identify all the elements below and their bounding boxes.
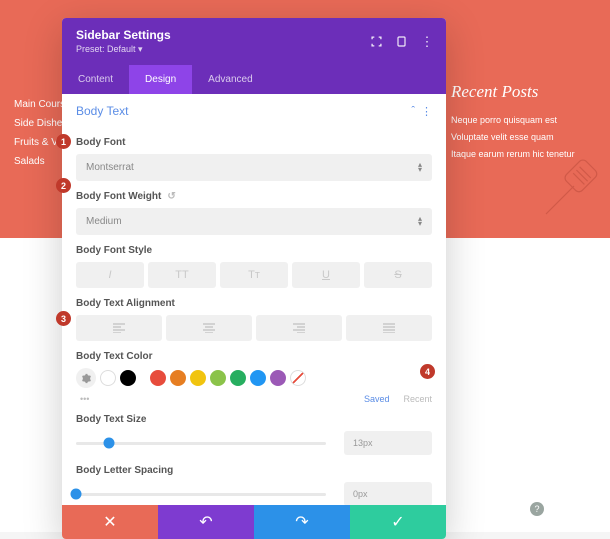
- font-select[interactable]: Montserrat ▴▾: [76, 154, 432, 181]
- label-body-align: Body Text Alignment: [76, 298, 432, 309]
- swatch-black[interactable]: [120, 370, 136, 386]
- tab-advanced[interactable]: Advanced: [192, 65, 268, 94]
- expand-icon[interactable]: [371, 36, 382, 47]
- align-right-button[interactable]: [256, 315, 342, 341]
- tab-design[interactable]: Design: [129, 65, 192, 94]
- annotation-badge-2: 2: [56, 178, 71, 193]
- recent-post-link[interactable]: Neque porro quisquam est: [451, 112, 586, 129]
- weight-select[interactable]: Medium ▴▾: [76, 208, 432, 235]
- chevron-up-icon[interactable]: ˆ: [411, 105, 415, 118]
- modal-tabs: Content Design Advanced: [62, 65, 446, 94]
- swatch-white[interactable]: [100, 370, 116, 386]
- check-icon: ✓: [391, 512, 404, 532]
- label-body-spacing: Body Letter Spacing: [76, 465, 432, 476]
- swatch-purple[interactable]: [270, 370, 286, 386]
- annotation-badge-1: 1: [56, 134, 71, 149]
- tablet-icon[interactable]: [396, 36, 407, 47]
- recent-posts-widget: Recent Posts Neque porro quisquam est Vo…: [451, 82, 586, 163]
- modal-title: Sidebar Settings: [76, 28, 171, 42]
- uppercase-button[interactable]: TT: [148, 262, 216, 288]
- swatch-none[interactable]: [290, 370, 306, 386]
- recent-posts-title: Recent Posts: [451, 82, 586, 102]
- label-body-weight: Body Font Weight↺: [76, 191, 432, 202]
- palette-recent[interactable]: Recent: [403, 394, 432, 404]
- chevron-down-icon: ▾: [138, 44, 143, 54]
- undo-icon: ↶: [199, 512, 212, 532]
- page-nav: Main Cours Side Dishes Fruits & Ve Salad…: [14, 95, 67, 171]
- more-icon[interactable]: ⋮: [421, 36, 432, 47]
- align-left-button[interactable]: [76, 315, 162, 341]
- redo-icon: ↷: [295, 512, 308, 532]
- palette-saved[interactable]: Saved: [364, 394, 390, 404]
- settings-modal: Sidebar Settings Preset: Default ▾ ⋮ Con…: [62, 18, 446, 539]
- recent-post-link[interactable]: Voluptate velit esse quam: [451, 129, 586, 146]
- swatch-yellow[interactable]: [190, 370, 206, 386]
- nav-item[interactable]: Main Cours: [14, 95, 67, 114]
- spacing-slider[interactable]: [76, 493, 326, 496]
- nav-item[interactable]: Side Dishes: [14, 114, 67, 133]
- updown-icon: ▴▾: [418, 217, 422, 227]
- swatch-blue[interactable]: [250, 370, 266, 386]
- close-icon: ✕: [103, 512, 116, 532]
- annotation-badge-3: 3: [56, 311, 71, 326]
- undo-button[interactable]: ↶: [158, 505, 254, 539]
- swatch-red[interactable]: [150, 370, 166, 386]
- titlecase-button[interactable]: Tᴛ: [220, 262, 288, 288]
- color-swatches: [76, 368, 432, 388]
- modal-header: Sidebar Settings Preset: Default ▾ ⋮: [62, 18, 446, 65]
- preset-selector[interactable]: Preset: Default ▾: [76, 44, 171, 55]
- recent-post-link[interactable]: Itaque earum rerum hic tenetur: [451, 146, 586, 163]
- color-settings-button[interactable]: [76, 368, 96, 388]
- annotation-badge-4: 4: [420, 364, 435, 379]
- align-buttons: [76, 315, 432, 341]
- label-body-color: Body Text Color: [76, 351, 432, 362]
- save-button[interactable]: ✓: [350, 505, 446, 539]
- label-body-style: Body Font Style: [76, 245, 432, 256]
- size-slider[interactable]: [76, 442, 326, 445]
- modal-footer: ✕ ↶ ↷ ✓: [62, 505, 446, 539]
- align-center-button[interactable]: [166, 315, 252, 341]
- align-justify-button[interactable]: [346, 315, 432, 341]
- label-body-size: Body Text Size: [76, 414, 432, 425]
- color-subtabs: ••• Saved Recent: [80, 394, 432, 404]
- tab-content[interactable]: Content: [62, 65, 129, 94]
- nav-item[interactable]: Salads: [14, 152, 67, 171]
- label-body-font: Body Font: [76, 137, 432, 148]
- strike-button[interactable]: S: [364, 262, 432, 288]
- reset-icon[interactable]: ↺: [167, 191, 175, 202]
- redo-button[interactable]: ↷: [254, 505, 350, 539]
- section-title: Body Text: [76, 104, 128, 118]
- modal-body: Body Font Montserrat ▴▾ Body Font Weight…: [62, 127, 446, 505]
- style-buttons: I TT Tᴛ U S: [76, 262, 432, 288]
- swatch-green[interactable]: [230, 370, 246, 386]
- help-icon[interactable]: ?: [530, 502, 544, 516]
- size-input[interactable]: 13px: [344, 431, 432, 455]
- updown-icon: ▴▾: [418, 163, 422, 173]
- palette-more[interactable]: •••: [80, 394, 89, 404]
- options-icon[interactable]: ⋮: [421, 105, 432, 118]
- italic-button[interactable]: I: [76, 262, 144, 288]
- swatch-orange[interactable]: [170, 370, 186, 386]
- cancel-button[interactable]: ✕: [62, 505, 158, 539]
- spacing-input[interactable]: 0px: [344, 482, 432, 505]
- section-header[interactable]: Body Text ˆ ⋮: [62, 94, 446, 127]
- swatch-lime[interactable]: [210, 370, 226, 386]
- underline-button[interactable]: U: [292, 262, 360, 288]
